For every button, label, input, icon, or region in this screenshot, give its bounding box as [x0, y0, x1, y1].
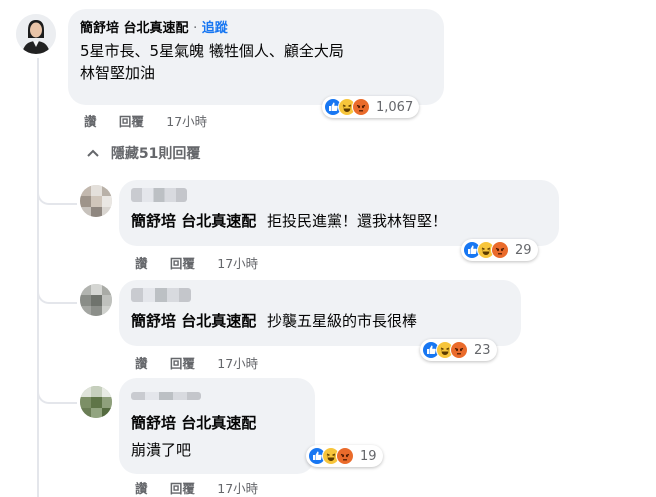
comment-text-line-2: 林智堅加油 — [80, 64, 156, 82]
reply-actions: 讚 回覆 17小時 — [135, 478, 276, 497]
like-button[interactable]: 讚 — [135, 356, 148, 371]
reaction-count[interactable]: 23 — [474, 343, 491, 358]
angry-icon — [336, 447, 354, 465]
reply-timestamp[interactable]: 17小時 — [217, 356, 258, 371]
reply-text-row: 簡舒培 台北真速配 抄襲五星級的市長很棒 — [131, 310, 509, 332]
reply-mention-link[interactable]: 簡舒培 台北真速配 — [131, 412, 303, 433]
blurred-name — [131, 288, 191, 302]
blurred-avatar-icon — [80, 284, 112, 316]
reply-bubble: 簡舒培 台北真速配 崩潰了吧 — [119, 378, 315, 474]
commenter-avatar[interactable] — [16, 14, 56, 54]
reaction-count[interactable]: 29 — [515, 243, 532, 258]
follow-link[interactable]: 追蹤 — [202, 21, 228, 36]
reply-author-blurred[interactable] — [131, 187, 547, 206]
reply-button[interactable]: 回覆 — [170, 356, 195, 371]
reply-mention-link[interactable]: 簡舒培 台北真速配 — [131, 212, 256, 230]
reaction-summary[interactable]: 19 — [306, 445, 383, 467]
reply-button[interactable]: 回覆 — [170, 256, 195, 271]
blurred-name — [131, 392, 201, 400]
reply-author-blurred[interactable] — [131, 287, 509, 306]
reply-actions: 讚 回覆 17小時 — [135, 253, 276, 272]
reaction-count[interactable]: 19 — [360, 449, 377, 464]
like-button[interactable]: 讚 — [84, 114, 97, 129]
reaction-summary[interactable]: 29 — [461, 239, 538, 261]
reply-text: 抄襲五星級的市長很棒 — [267, 312, 418, 330]
angry-icon — [450, 341, 468, 359]
hide-replies-toggle[interactable]: 隱藏51則回覆 — [86, 143, 200, 163]
angry-icon — [491, 241, 509, 259]
reply-author-blurred[interactable] — [131, 385, 303, 404]
reply-avatar[interactable] — [80, 386, 112, 418]
comment-text-line-1: 5星市長、5星氣魄 犧牲個人、顧全大局 — [80, 42, 344, 60]
reply-connector — [37, 382, 77, 404]
blurred-avatar-icon — [80, 185, 112, 217]
reply-connector — [37, 183, 77, 205]
comment-timestamp[interactable]: 17小時 — [166, 114, 207, 129]
hide-replies-label: 隱藏51則回覆 — [110, 146, 201, 162]
reply-text-row: 簡舒培 台北真速配 拒投民進黨！還我林智堅！ — [131, 210, 547, 232]
reply-button[interactable]: 回覆 — [170, 481, 195, 496]
comment-header: 簡舒培 台北真速配 · 追蹤 — [80, 17, 432, 36]
like-button[interactable]: 讚 — [135, 256, 148, 271]
chevron-up-icon — [87, 149, 99, 157]
person-avatar-icon — [16, 14, 56, 54]
reaction-summary[interactable]: 23 — [420, 339, 497, 361]
reply-bubble: 簡舒培 台北真速配 拒投民進黨！還我林智堅！ — [119, 180, 559, 246]
separator-dot: · — [193, 21, 198, 36]
reply-button[interactable]: 回覆 — [119, 114, 144, 129]
comment-author-name[interactable]: 簡舒培 台北真速配 — [80, 21, 189, 36]
reaction-count[interactable]: 1,067 — [376, 100, 413, 115]
reply-avatar[interactable] — [80, 284, 112, 316]
reaction-summary[interactable]: 1,067 — [322, 96, 420, 118]
main-comment-bubble: 簡舒培 台北真速配 · 追蹤 5星市長、5星氣魄 犧牲個人、顧全大局 林智堅加油 — [68, 9, 444, 105]
angry-icon — [352, 98, 370, 116]
reply-connector — [37, 282, 77, 304]
blurred-avatar-icon — [80, 386, 112, 418]
reply-avatar[interactable] — [80, 185, 112, 217]
comment-actions: 讚 回覆 17小時 — [84, 111, 225, 130]
thread-connector-line — [37, 58, 39, 497]
reply-timestamp[interactable]: 17小時 — [217, 481, 258, 496]
reply-text: 拒投民進黨！還我林智堅！ — [267, 212, 448, 230]
reply-mention-link[interactable]: 簡舒培 台北真速配 — [131, 312, 256, 330]
reply-bubble: 簡舒培 台北真速配 抄襲五星級的市長很棒 — [119, 280, 521, 346]
reply-timestamp[interactable]: 17小時 — [217, 256, 258, 271]
reply-actions: 讚 回覆 17小時 — [135, 353, 276, 372]
blurred-name — [131, 188, 187, 202]
reply-text: 崩潰了吧 — [131, 441, 192, 459]
like-button[interactable]: 讚 — [135, 481, 148, 496]
